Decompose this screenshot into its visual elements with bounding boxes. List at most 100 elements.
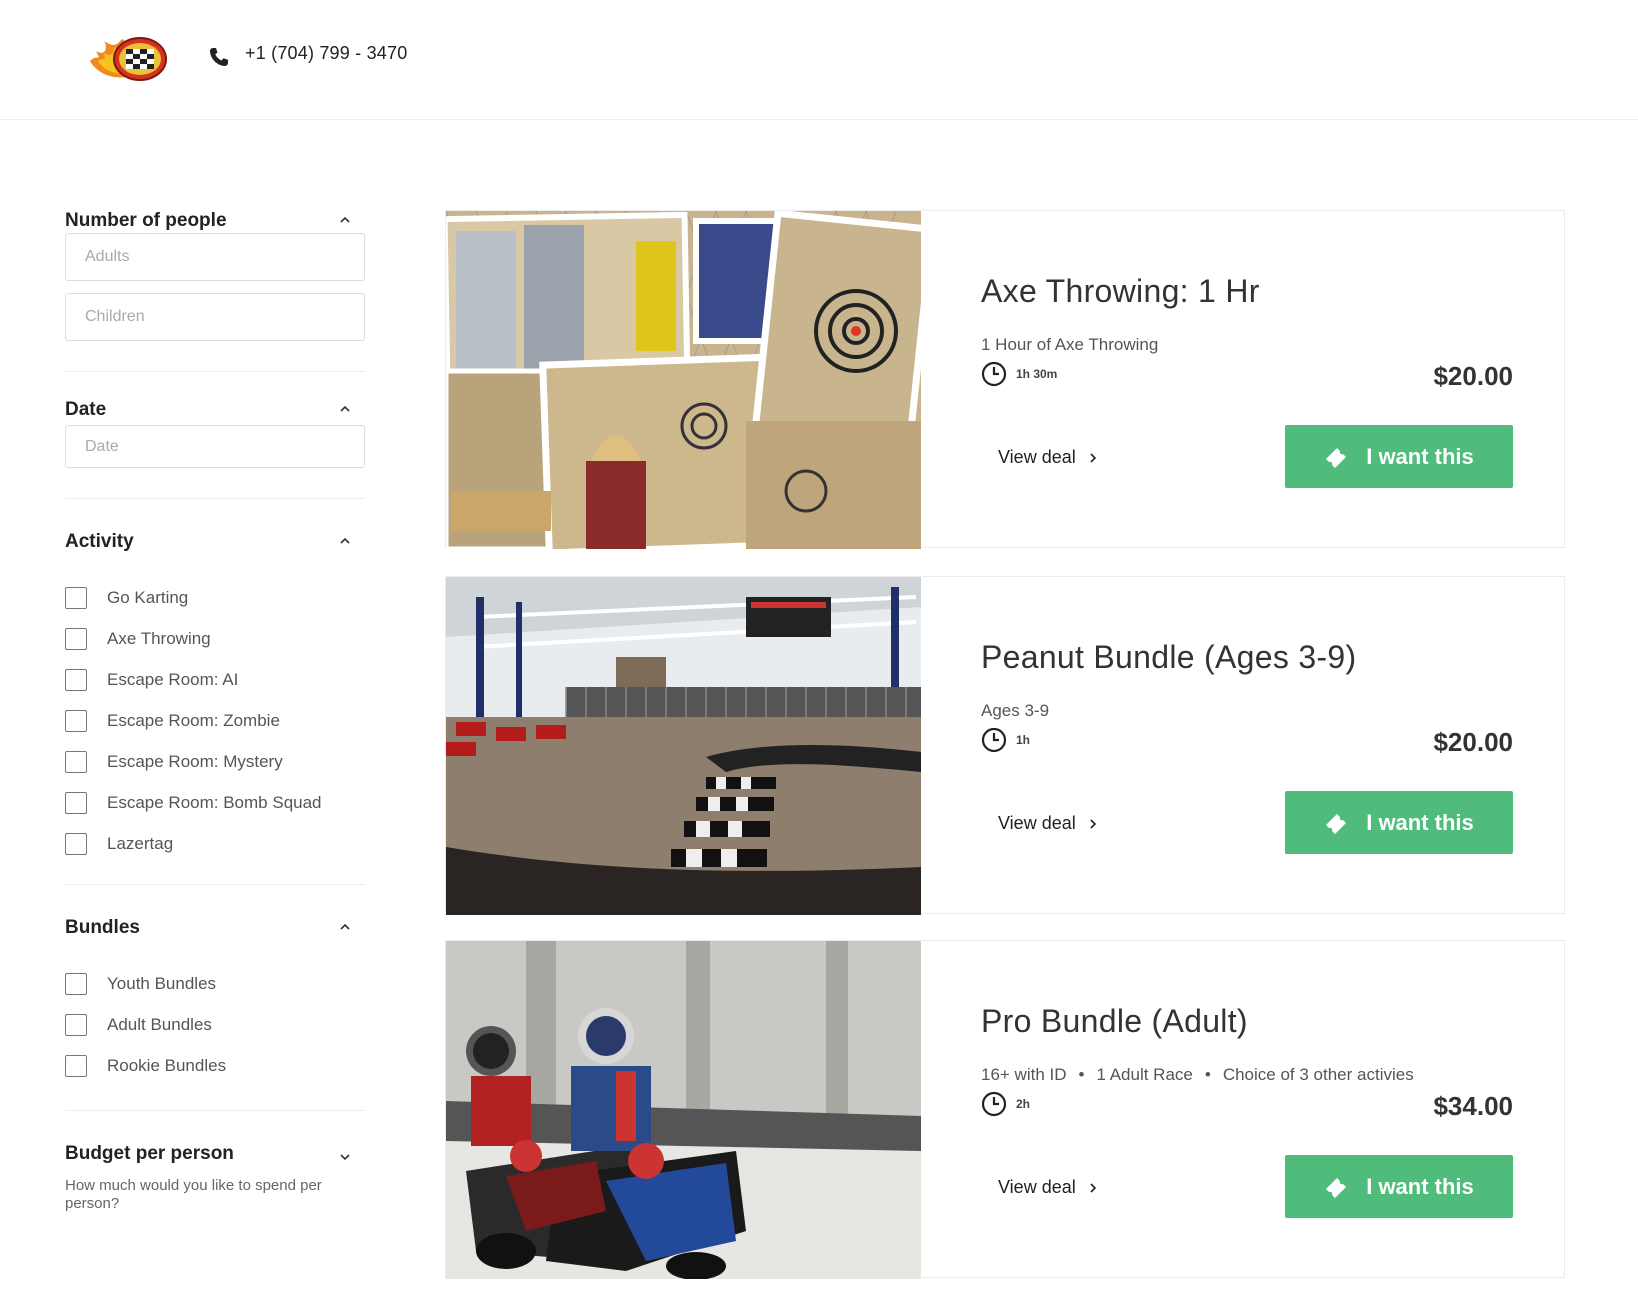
deal-price: $20.00 (1433, 361, 1513, 391)
deal-price: $20.00 (1433, 727, 1513, 757)
checkbox[interactable] (65, 972, 87, 995)
people-filter: Number of people (65, 200, 365, 372)
deal-feature: Choice of 3 other activies (1222, 1065, 1414, 1084)
checkbox[interactable] (65, 1013, 87, 1036)
separator-dot: • (1204, 1065, 1211, 1084)
divider (65, 884, 365, 885)
divider (65, 498, 365, 499)
deal-subtitle: 1 Hour of Axe Throwing (981, 335, 1158, 355)
deal-image-go-kart-racers[interactable] (446, 941, 921, 1279)
deal-title[interactable]: Peanut Bundle (Ages 3-9) (981, 639, 1356, 676)
deal-card: Peanut Bundle (Ages 3-9) Ages 3-9 1h $20… (445, 576, 1565, 915)
checkbox[interactable] (65, 627, 87, 650)
deal-image-axe-throwing[interactable] (446, 211, 921, 549)
want-this-button[interactable]: I want this (1285, 425, 1513, 488)
want-this-label: I want this (1366, 1173, 1474, 1199)
section-title: Date (65, 399, 107, 420)
deal-card: Pro Bundle (Adult) 16+ with ID • 1 Adult… (445, 940, 1565, 1279)
clock-icon (981, 727, 1007, 753)
duration-text: 1h (1016, 733, 1031, 747)
option-label: Axe Throwing (107, 628, 211, 648)
view-deal-label: View deal (998, 813, 1076, 833)
checkbox[interactable] (65, 586, 87, 609)
duration-text: 2h (1016, 1097, 1031, 1111)
checkbox[interactable] (65, 668, 87, 691)
chevron-up-icon[interactable] (339, 535, 351, 547)
children-input[interactable] (65, 293, 365, 341)
date-filter: Date (65, 389, 365, 499)
want-this-button[interactable]: I want this (1285, 1155, 1513, 1218)
option-label: Youth Bundles (107, 973, 217, 993)
bundles-filter-header[interactable]: Bundles (65, 907, 365, 947)
activity-option[interactable]: Escape Room: Mystery (65, 741, 365, 782)
chevron-right-icon (1090, 1182, 1096, 1193)
site-header: +1 (704) 799 - 3470 (0, 0, 1638, 120)
view-deal-link[interactable]: View deal (998, 1177, 1098, 1198)
option-label: Go Karting (107, 587, 189, 607)
checkbox[interactable] (65, 791, 87, 814)
section-title: Bundles (65, 917, 140, 938)
phone-number[interactable]: +1 (704) 799 - 3470 (245, 43, 407, 64)
chevron-right-icon (1090, 818, 1096, 829)
date-filter-header[interactable]: Date (65, 389, 365, 429)
adults-input[interactable] (65, 233, 365, 281)
deal-feature: 1 Adult Race (1096, 1065, 1193, 1084)
activity-option[interactable]: Escape Room: Bomb Squad (65, 782, 365, 823)
bundle-option[interactable]: Adult Bundles (65, 1004, 365, 1045)
deal-feature: 16+ with ID (981, 1065, 1067, 1084)
chevron-up-icon[interactable] (339, 921, 351, 933)
deal-duration: 1h (981, 727, 1030, 753)
option-label: Escape Room: AI (107, 669, 239, 689)
deal-image-kart-track[interactable] (446, 577, 921, 915)
view-deal-label: View deal (998, 1177, 1076, 1197)
divider (65, 1110, 365, 1111)
phone-icon (209, 47, 229, 67)
view-deal-link[interactable]: View deal (998, 813, 1098, 834)
deal-price: $34.00 (1433, 1091, 1513, 1121)
site-logo[interactable] (88, 33, 168, 83)
want-this-label: I want this (1366, 443, 1474, 469)
separator-dot: • (1078, 1065, 1085, 1084)
budget-filter-header[interactable]: Budget per person (65, 1133, 365, 1173)
bundle-option[interactable]: Youth Bundles (65, 963, 365, 1004)
activity-option[interactable]: Escape Room: AI (65, 659, 365, 700)
deal-feature: 1 Hour of Axe Throwing (981, 335, 1159, 354)
activity-filter-header[interactable]: Activity (65, 521, 365, 561)
section-title: Number of people (65, 210, 227, 231)
date-input[interactable] (65, 425, 365, 468)
bundle-option[interactable]: Rookie Bundles (65, 1045, 365, 1086)
option-label: Rookie Bundles (107, 1055, 227, 1075)
checkbox[interactable] (65, 1054, 87, 1077)
view-deal-link[interactable]: View deal (998, 447, 1098, 468)
ticket-icon (1326, 813, 1347, 834)
activity-option[interactable]: Escape Room: Zombie (65, 700, 365, 741)
deal-title[interactable]: Axe Throwing: 1 Hr (981, 273, 1260, 310)
chevron-up-icon[interactable] (339, 403, 351, 415)
ticket-icon (1326, 447, 1347, 468)
budget-filter: Budget per person How much would you lik… (65, 1133, 365, 1213)
divider (65, 371, 365, 372)
deal-duration: 1h 30m (981, 361, 1057, 387)
option-label: Escape Room: Mystery (107, 751, 283, 771)
option-label: Escape Room: Zombie (107, 710, 280, 730)
duration-text: 1h 30m (1016, 367, 1058, 381)
deal-duration: 2h (981, 1091, 1030, 1117)
activity-option[interactable]: Go Karting (65, 577, 365, 618)
checkbox[interactable] (65, 709, 87, 732)
clock-icon (981, 1091, 1007, 1117)
deal-feature: Ages 3-9 (981, 701, 1050, 720)
people-filter-header[interactable]: Number of people (65, 200, 365, 240)
view-deal-label: View deal (998, 447, 1076, 467)
chevron-up-icon[interactable] (339, 214, 351, 226)
want-this-button[interactable]: I want this (1285, 791, 1513, 854)
checkbox[interactable] (65, 750, 87, 773)
activity-filter: Activity Go Karting Axe Throwing Escape … (65, 521, 365, 885)
checkbox[interactable] (65, 832, 87, 855)
budget-description: How much would you like to spend per per… (65, 1177, 322, 1212)
deal-title[interactable]: Pro Bundle (Adult) (981, 1003, 1248, 1040)
chevron-down-icon[interactable] (339, 1151, 351, 1163)
activity-option[interactable]: Lazertag (65, 823, 365, 864)
chevron-right-icon (1090, 452, 1096, 463)
deal-subtitle: Ages 3-9 (981, 701, 1049, 721)
activity-option[interactable]: Axe Throwing (65, 618, 365, 659)
